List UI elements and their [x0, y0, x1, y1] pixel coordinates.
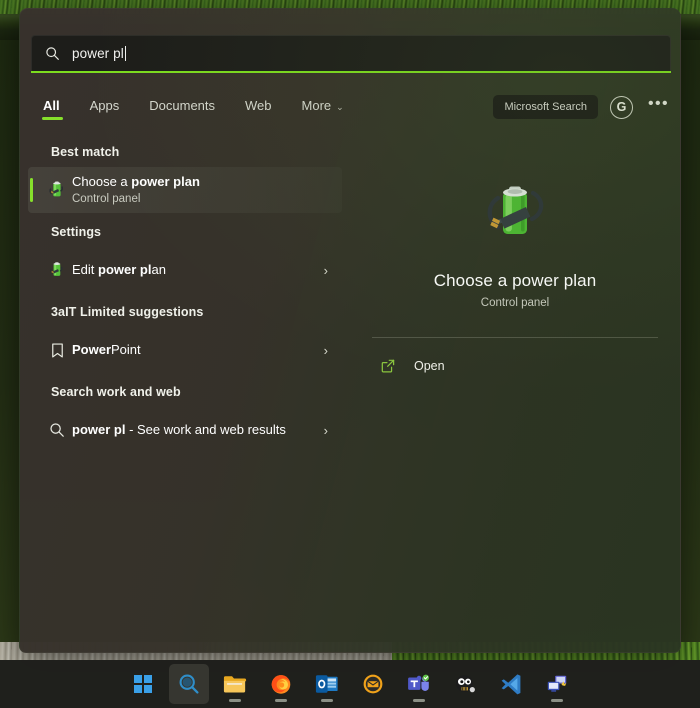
battery-plug-icon [42, 178, 72, 202]
search-input-value: power pl [72, 46, 124, 61]
result-title: Choose a power plan [72, 174, 200, 189]
preview-divider [372, 337, 658, 338]
result-texts: Edit power plan [72, 261, 324, 279]
running-indicator [413, 699, 425, 702]
result-row-choose-power-plan[interactable]: Choose a power plan Control panel [28, 167, 342, 213]
result-row-web-search[interactable]: power pl - See work and web results › [28, 407, 342, 453]
tab-documents[interactable]: Documents [148, 98, 216, 120]
open-button[interactable]: Open [372, 346, 658, 386]
overflow-menu-button[interactable]: ••• [645, 95, 672, 120]
result-row-powerpoint[interactable]: PowerPoint › [28, 327, 342, 373]
chevron-down-icon: ⌄ [336, 102, 344, 112]
search-icon [32, 46, 72, 61]
result-title: Edit power plan [72, 262, 166, 277]
outlook-button[interactable] [307, 664, 347, 704]
vscode-button[interactable] [491, 664, 531, 704]
result-subtitle: Control panel [72, 193, 141, 205]
remote-desktop-button[interactable] [537, 664, 577, 704]
search-flyout-panel: power pl All Apps Documents Web More ⌄ Mi… [19, 8, 681, 653]
tab-more[interactable]: More ⌄ [301, 98, 345, 120]
section-header-settings: Settings [51, 225, 102, 239]
firefox-button[interactable] [261, 664, 301, 704]
tab-all-label: All [43, 98, 60, 113]
app-button[interactable] [445, 664, 485, 704]
running-indicator [551, 699, 563, 702]
open-button-label: Open [414, 359, 445, 373]
search-input[interactable]: power pl [31, 35, 671, 71]
taskbar [0, 660, 700, 708]
tab-apps-label: Apps [89, 98, 120, 113]
file-explorer-button[interactable] [215, 664, 255, 704]
result-texts: Choose a power plan Control panel [72, 173, 332, 207]
chevron-right-icon[interactable]: › [324, 343, 332, 358]
preview-title: Choose a power plan [433, 271, 597, 290]
result-title: power pl - See work and web results [72, 422, 286, 437]
tab-web[interactable]: Web [244, 98, 273, 120]
search-input-underline [31, 71, 671, 73]
tab-documents-label: Documents [149, 98, 216, 113]
section-header-org-suggestions: 3aIT Limited suggestions [51, 305, 204, 319]
section-header-search-work-and-web: Search work and web [51, 385, 181, 399]
microsoft-search-badge: Microsoft Search [493, 95, 598, 119]
result-row-edit-power-plan[interactable]: Edit power plan › [28, 247, 342, 293]
section-header-best-match: Best match [51, 145, 120, 159]
preview-icon [372, 175, 658, 249]
running-indicator [229, 699, 241, 702]
preview-subtitle: Control panel [480, 297, 550, 309]
tab-apps[interactable]: Apps [89, 98, 121, 120]
chevron-right-icon[interactable]: › [324, 423, 332, 438]
bookmark-icon [42, 342, 72, 359]
running-indicator [321, 699, 333, 702]
teams-button[interactable] [399, 664, 439, 704]
tab-web-label: Web [245, 98, 272, 113]
header-actions: Microsoft Search G ••• [493, 92, 672, 122]
chevron-right-icon[interactable]: › [324, 263, 332, 278]
open-external-icon [380, 358, 414, 374]
tab-more-label: More [301, 98, 332, 113]
preview-pane: Choose a power plan Control panel Open [350, 133, 680, 652]
avatar[interactable]: G [609, 95, 633, 119]
results-list: Best match Choose a power plan Control p… [20, 133, 350, 652]
battery-plug-icon [42, 259, 72, 281]
tab-all[interactable]: All [42, 98, 63, 120]
running-indicator [275, 699, 287, 702]
result-texts: power pl - See work and web results [72, 421, 324, 439]
search-icon [42, 422, 72, 438]
start-button[interactable] [123, 664, 163, 704]
result-title: PowerPoint [72, 342, 141, 357]
search-button[interactable] [169, 664, 209, 704]
mail-button[interactable] [353, 664, 393, 704]
result-texts: PowerPoint [72, 341, 324, 359]
text-caret [124, 46, 126, 61]
